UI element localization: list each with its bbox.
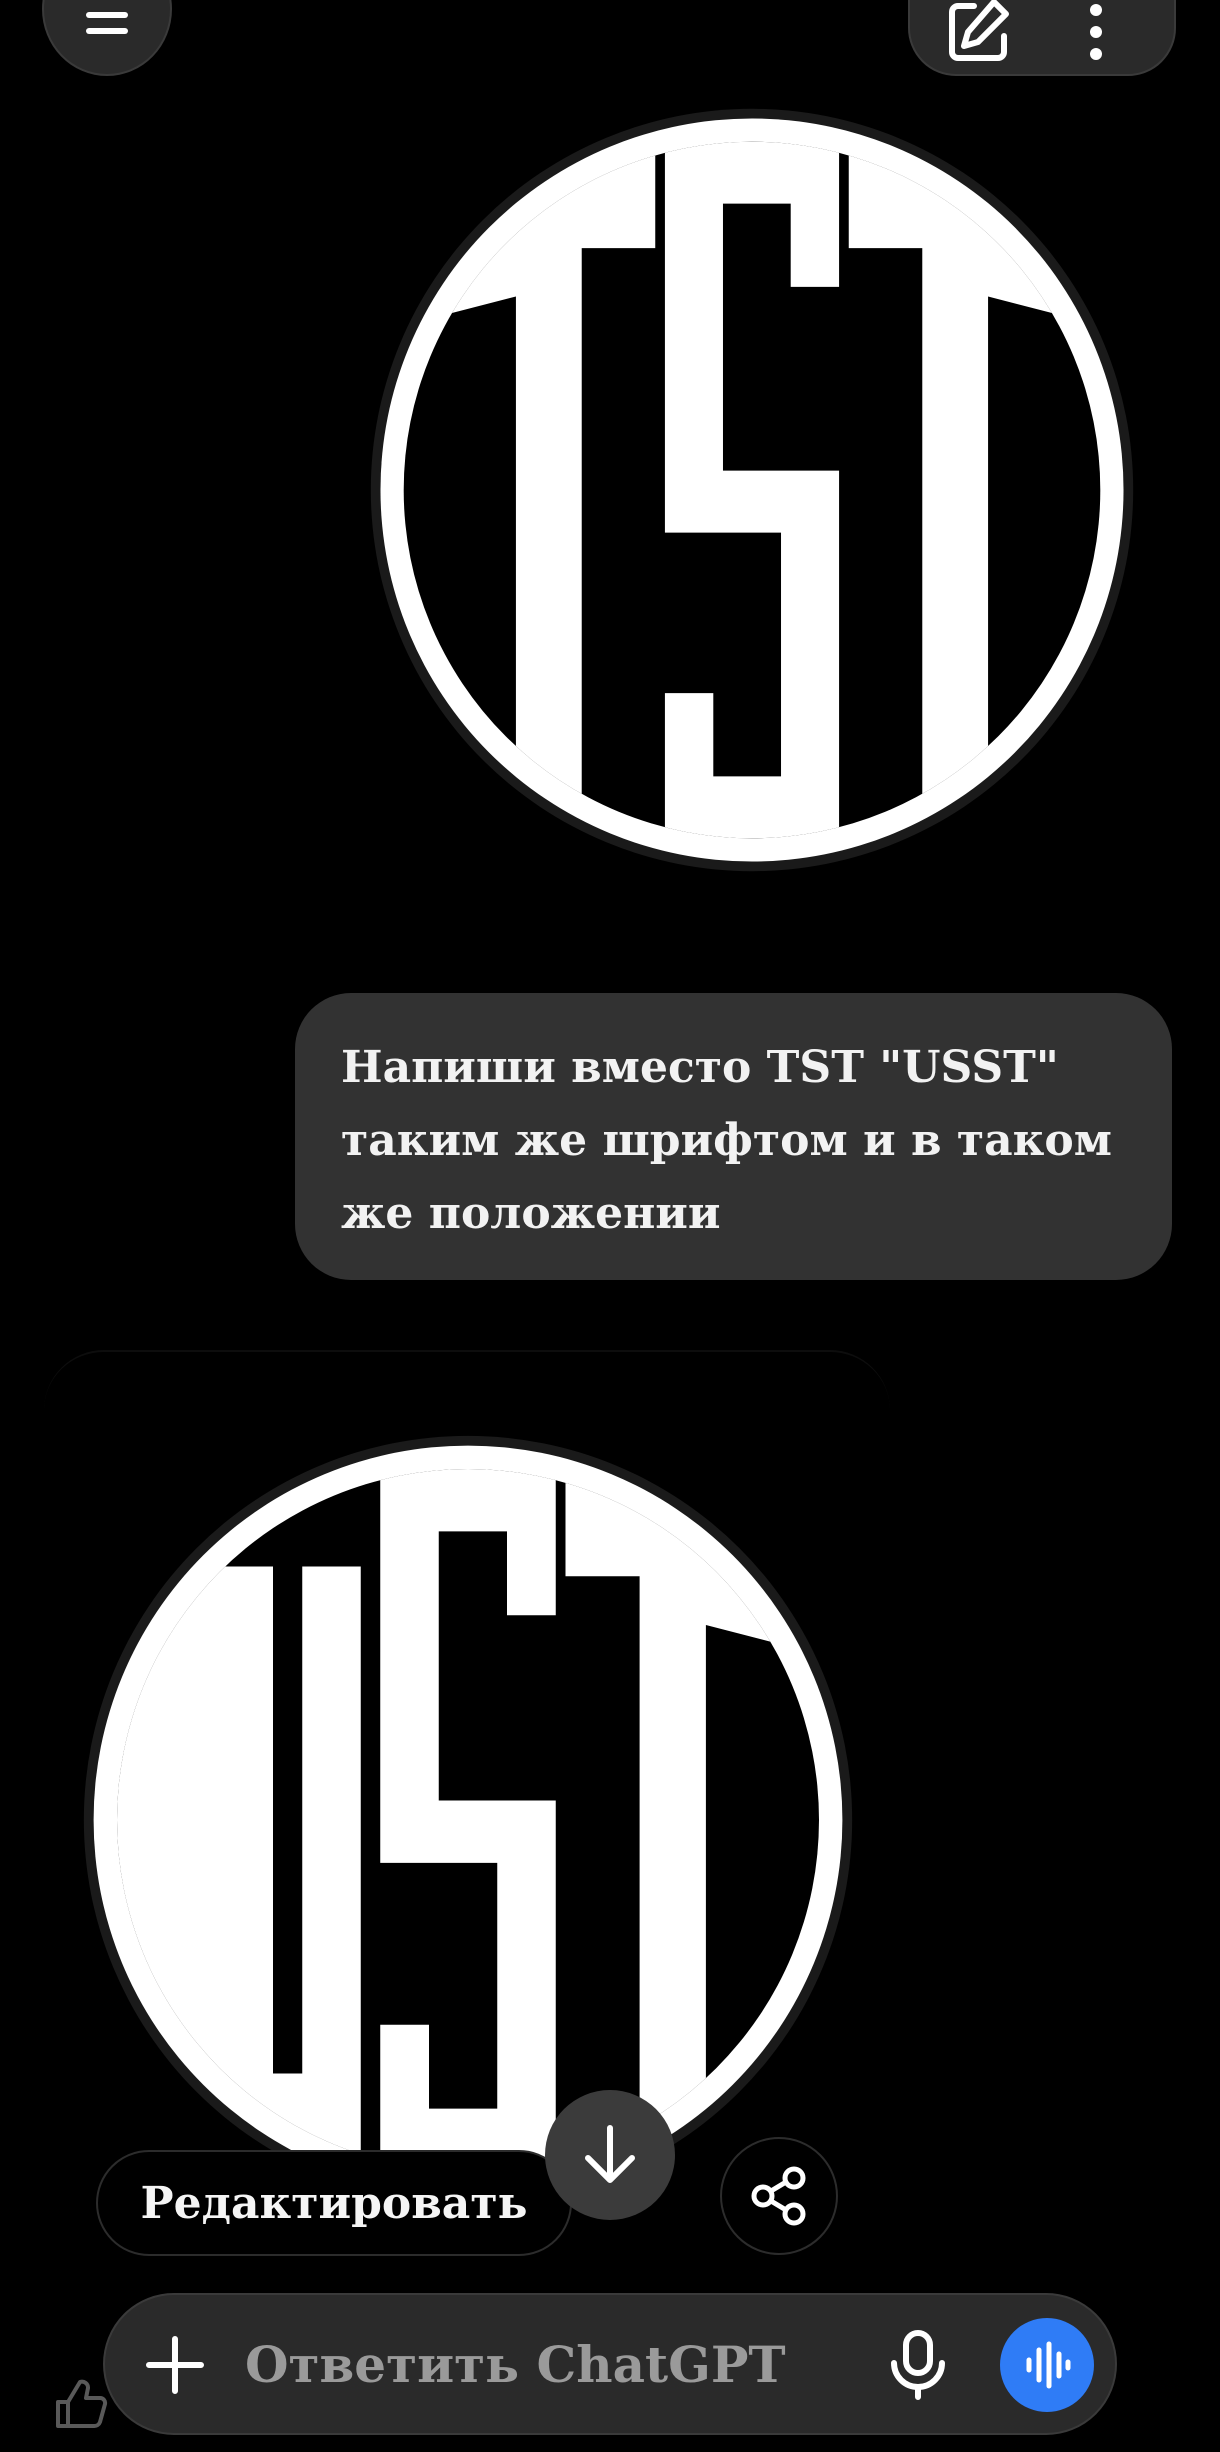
composer-input[interactable]: Ответить ChatGPT bbox=[245, 2333, 786, 2397]
user-message-line: же положении bbox=[341, 1188, 721, 1239]
like-icon[interactable] bbox=[52, 2376, 108, 2432]
menu-icon bbox=[86, 12, 128, 34]
voice-mode-button[interactable] bbox=[1000, 2318, 1094, 2412]
tst-logo-image[interactable] bbox=[365, 103, 1139, 877]
more-icon[interactable] bbox=[1088, 2, 1104, 62]
share-icon bbox=[751, 2166, 806, 2226]
user-message-bubble: Напиши вместо TST "USST" таким же шрифто… bbox=[295, 993, 1172, 1280]
edit-icon[interactable] bbox=[944, 0, 1014, 66]
edit-image-label: Редактировать bbox=[140, 2177, 528, 2229]
plus-icon[interactable] bbox=[145, 2335, 205, 2395]
user-message-line: таким же шрифтом и в таком bbox=[341, 1115, 1112, 1166]
menu-button[interactable] bbox=[42, 0, 172, 76]
edit-image-button[interactable]: Редактировать bbox=[96, 2150, 572, 2256]
ust-logo-image[interactable] bbox=[78, 1430, 858, 2210]
message-composer[interactable]: Ответить ChatGPT bbox=[103, 2293, 1117, 2435]
top-actions bbox=[908, 0, 1176, 76]
share-button[interactable] bbox=[720, 2137, 838, 2255]
arrow-down-icon bbox=[585, 2125, 635, 2183]
scroll-down-button[interactable] bbox=[545, 2090, 675, 2220]
mic-icon[interactable] bbox=[885, 2329, 951, 2401]
chat-screen: Напиши вместо TST "USST" таким же шрифто… bbox=[0, 0, 1220, 2452]
user-message-line: Напиши вместо TST "USST" bbox=[341, 1042, 1059, 1093]
voice-mode-icon bbox=[1026, 2341, 1071, 2389]
